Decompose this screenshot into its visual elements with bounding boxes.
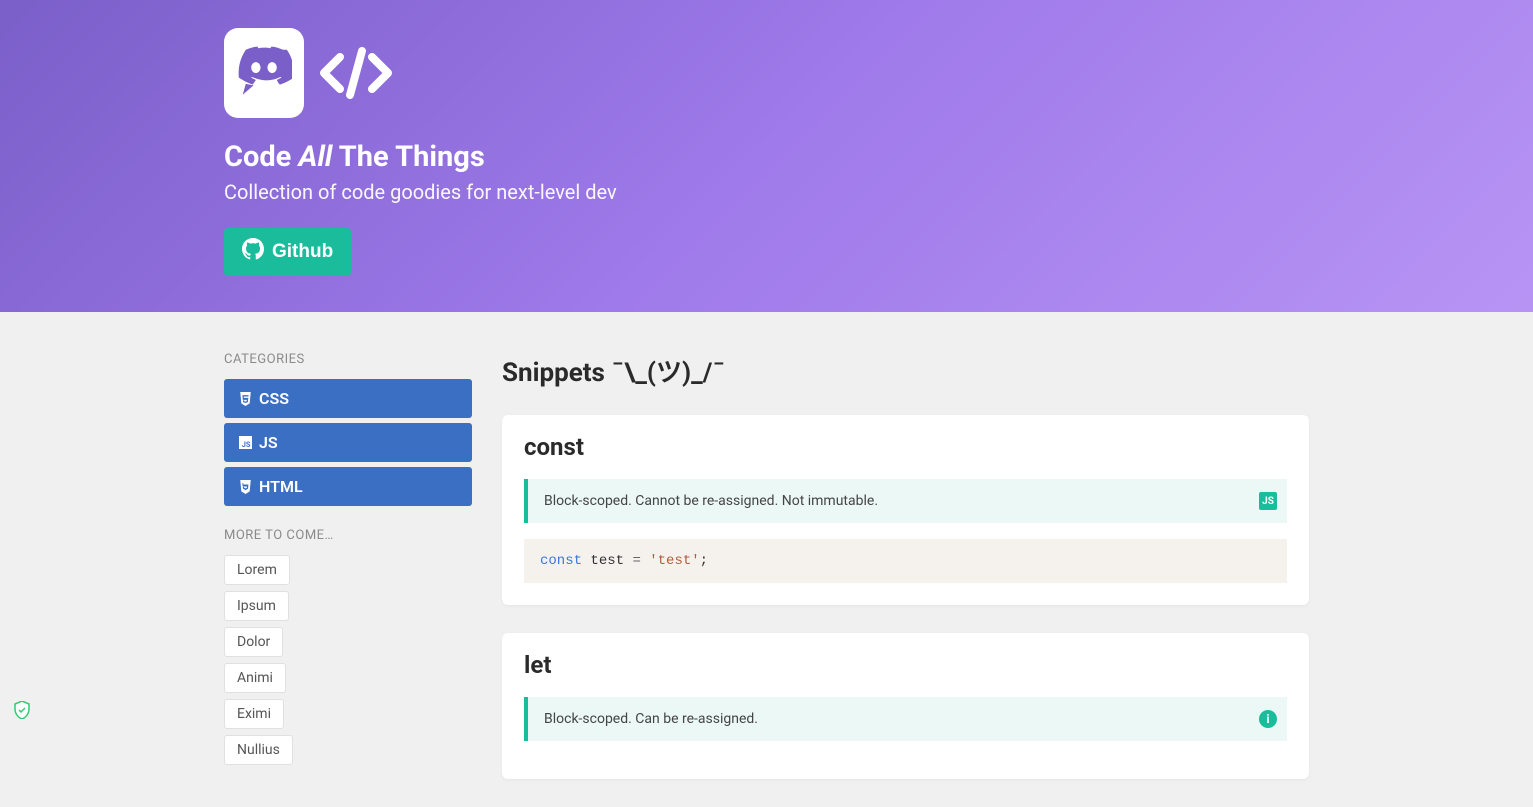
js-icon: JS [238, 436, 252, 450]
info-icon: i [1259, 710, 1277, 728]
tag-lorem[interactable]: Lorem [224, 555, 290, 585]
snippet-let: let Block-scoped. Can be re-assigned. i [502, 633, 1309, 779]
hero-subtitle: Collection of code goodies for next-leve… [224, 180, 1309, 204]
github-icon [242, 238, 264, 266]
html5-icon [238, 480, 252, 494]
shield-icon [14, 701, 30, 719]
category-css[interactable]: CSS [224, 379, 472, 418]
snippet-const: const Block-scoped. Cannot be re-assigne… [502, 415, 1309, 605]
snippet-title: const [524, 433, 1287, 461]
categories-label: CATEGORIES [224, 352, 472, 367]
more-label: MORE TO COME… [224, 528, 472, 543]
category-list: CSS JS JS HTML [224, 379, 472, 506]
snippet-description: Block-scoped. Can be re-assigned. i [524, 697, 1287, 741]
css3-icon [238, 392, 252, 406]
snippet-code: const test = 'test'; [524, 539, 1287, 583]
snippet-title: let [524, 651, 1287, 679]
tag-animi[interactable]: Animi [224, 663, 286, 693]
github-button[interactable]: Github [224, 228, 351, 276]
main-content: Snippets ¯\_(ツ)_/¯ const Block-scoped. C… [502, 352, 1309, 807]
github-label: Github [272, 241, 333, 263]
hero-title: Code All The Things [224, 140, 1309, 174]
snippet-description: Block-scoped. Cannot be re-assigned. Not… [524, 479, 1287, 523]
tag-list: Lorem Ipsum Dolor Animi Eximi Nullius [224, 555, 472, 765]
tag-ipsum[interactable]: Ipsum [224, 591, 289, 621]
snippets-heading: Snippets ¯\_(ツ)_/¯ [502, 352, 1309, 389]
category-js[interactable]: JS JS [224, 423, 472, 462]
discord-icon [224, 28, 304, 118]
sidebar: CATEGORIES CSS JS JS HTML MORE TO COME… … [224, 352, 472, 807]
tag-dolor[interactable]: Dolor [224, 627, 283, 657]
code-icon [316, 43, 396, 103]
tag-nullius[interactable]: Nullius [224, 735, 293, 765]
js-badge-icon: JS [1259, 492, 1277, 510]
svg-text:JS: JS [241, 440, 250, 449]
hero-banner: Code All The Things Collection of code g… [0, 0, 1533, 312]
category-html[interactable]: HTML [224, 467, 472, 506]
logo-row [224, 28, 1309, 118]
